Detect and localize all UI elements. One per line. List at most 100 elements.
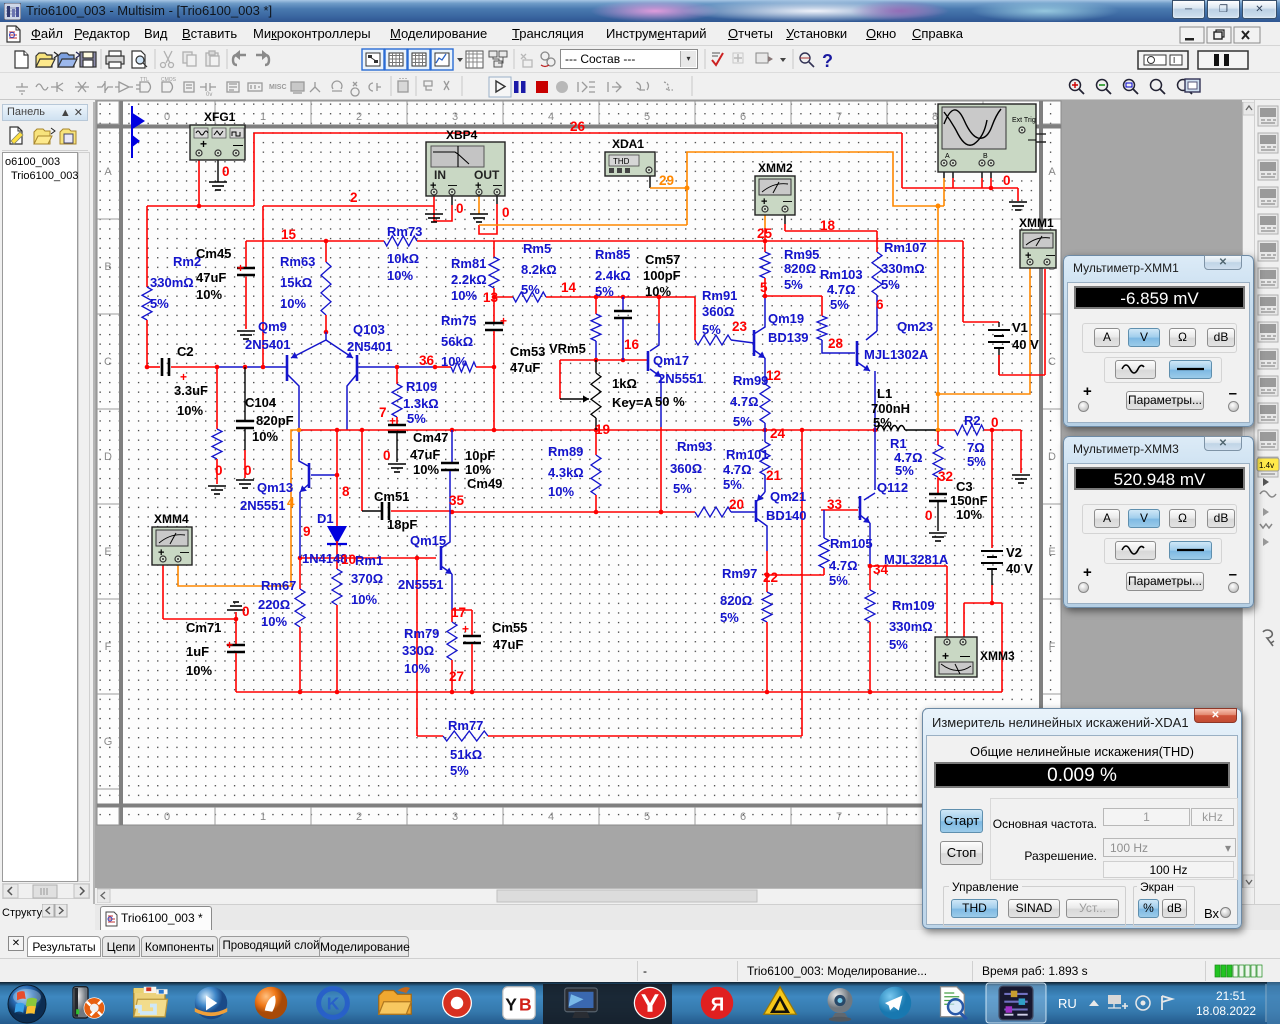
svg-text:Rm99: Rm99 [733,373,768,388]
svg-text:10%: 10% [186,663,212,678]
svg-text:C: C [104,356,112,368]
svg-text:29: 29 [659,173,674,188]
svg-text:5%: 5% [733,414,752,429]
svg-text:L1: L1 [877,386,892,401]
svg-text:2: 2 [350,190,358,205]
svg-text:Qm13: Qm13 [257,480,293,495]
svg-text:R2: R2 [964,413,981,428]
svg-text:10%: 10% [252,429,278,444]
svg-text:7: 7 [836,111,842,123]
svg-text:15kΩ: 15kΩ [280,275,312,290]
svg-text:4.7Ω: 4.7Ω [730,394,759,409]
svg-text:B: B [983,153,988,160]
svg-text:1: 1 [260,111,266,123]
svg-text:2N5401: 2N5401 [347,339,393,354]
svg-text:Rm67: Rm67 [261,578,296,593]
svg-text:330mΩ: 330mΩ [889,619,933,634]
svg-text:10%: 10% [465,462,491,477]
svg-text:Q103: Q103 [353,322,385,337]
svg-text:50 %: 50 % [655,394,685,409]
svg-text:C3: C3 [956,479,973,494]
svg-text:—: — [233,140,243,151]
svg-text:2.2kΩ: 2.2kΩ [451,272,487,287]
svg-text:XFG1: XFG1 [204,110,236,124]
svg-text:220Ω: 220Ω [258,597,290,612]
svg-text:D: D [104,451,112,463]
svg-text:2N5401: 2N5401 [245,337,291,352]
svg-text:3: 3 [452,811,458,823]
svg-text:10%: 10% [177,403,203,418]
svg-text:Key=A: Key=A [612,395,653,410]
svg-text:5%: 5% [873,415,892,430]
svg-text:Rm107: Rm107 [884,240,927,255]
svg-text:C104: C104 [245,395,277,410]
svg-text:0: 0 [244,463,252,478]
svg-text:0: 0 [1003,173,1011,188]
svg-text:MJL1302A: MJL1302A [864,347,929,362]
svg-text:5%: 5% [720,610,739,625]
svg-text:Rm79: Rm79 [404,626,439,641]
svg-text:Rm101: Rm101 [726,447,769,462]
svg-text:28: 28 [828,336,844,351]
svg-text:0: 0 [502,205,510,220]
svg-text:1.3kΩ: 1.3kΩ [403,396,439,411]
svg-text:10%: 10% [351,592,377,607]
svg-text:5%: 5% [595,284,614,299]
svg-text:F: F [1049,641,1056,653]
svg-text:5: 5 [644,811,650,823]
svg-text:D1: D1 [317,511,334,526]
svg-text:18: 18 [820,218,836,233]
svg-text:Cm55: Cm55 [492,620,527,635]
svg-text:4.7Ω: 4.7Ω [829,558,858,573]
svg-text:Rm93: Rm93 [677,439,712,454]
svg-text:5%: 5% [723,477,742,492]
svg-text:—: — [783,196,792,206]
svg-text:14: 14 [561,280,577,295]
svg-text:E: E [104,546,111,558]
svg-text:3.3uF: 3.3uF [174,383,208,398]
svg-text:XMM2: XMM2 [758,161,793,175]
svg-text:2: 2 [356,111,362,123]
svg-text:10%: 10% [451,288,477,303]
svg-text:56kΩ: 56kΩ [441,334,473,349]
svg-text:4.7Ω: 4.7Ω [723,462,752,477]
svg-text:3: 3 [452,111,458,123]
svg-text:47uF: 47uF [410,447,440,462]
svg-text:+: + [226,638,233,652]
svg-text:51kΩ: 51kΩ [450,747,482,762]
svg-text:C2: C2 [177,344,194,359]
svg-text:Я: Я [711,994,724,1015]
svg-text:9: 9 [303,524,311,539]
svg-text:Cm47: Cm47 [413,430,448,445]
svg-text:15: 15 [281,227,297,242]
svg-text:8: 8 [932,111,938,123]
svg-text:1: 1 [260,811,266,823]
svg-text:Rm75: Rm75 [441,313,476,328]
svg-text:10%: 10% [261,614,287,629]
svg-text:R109: R109 [406,379,437,394]
svg-text:10pF: 10pF [465,448,495,463]
svg-text:+: + [200,137,207,151]
svg-text:A: A [945,153,950,160]
svg-text:820Ω: 820Ω [784,261,816,276]
svg-text:4.3kΩ: 4.3kΩ [548,465,584,480]
svg-text:7: 7 [379,405,387,420]
svg-text:330Ω: 330Ω [402,643,434,658]
svg-text:330mΩ: 330mΩ [150,275,194,290]
svg-text:5%: 5% [407,411,426,426]
svg-text:Rm73: Rm73 [387,224,422,239]
svg-text:2N5551: 2N5551 [398,577,444,592]
svg-text:+: + [462,622,469,636]
svg-text:+: + [500,314,507,328]
svg-text:4: 4 [287,495,295,510]
svg-text:12: 12 [766,368,781,383]
svg-text:V2: V2 [1006,545,1022,560]
svg-text:2N5551: 2N5551 [240,498,286,513]
svg-text:R1: R1 [890,436,907,451]
svg-text:0: 0 [456,201,464,216]
svg-text:40 V: 40 V [1012,337,1039,352]
svg-text:CMOS: CMOS [161,77,177,83]
svg-text:0: 0 [991,415,999,430]
svg-text:19: 19 [595,422,610,437]
svg-text:1.4v: 1.4v [1259,461,1274,470]
